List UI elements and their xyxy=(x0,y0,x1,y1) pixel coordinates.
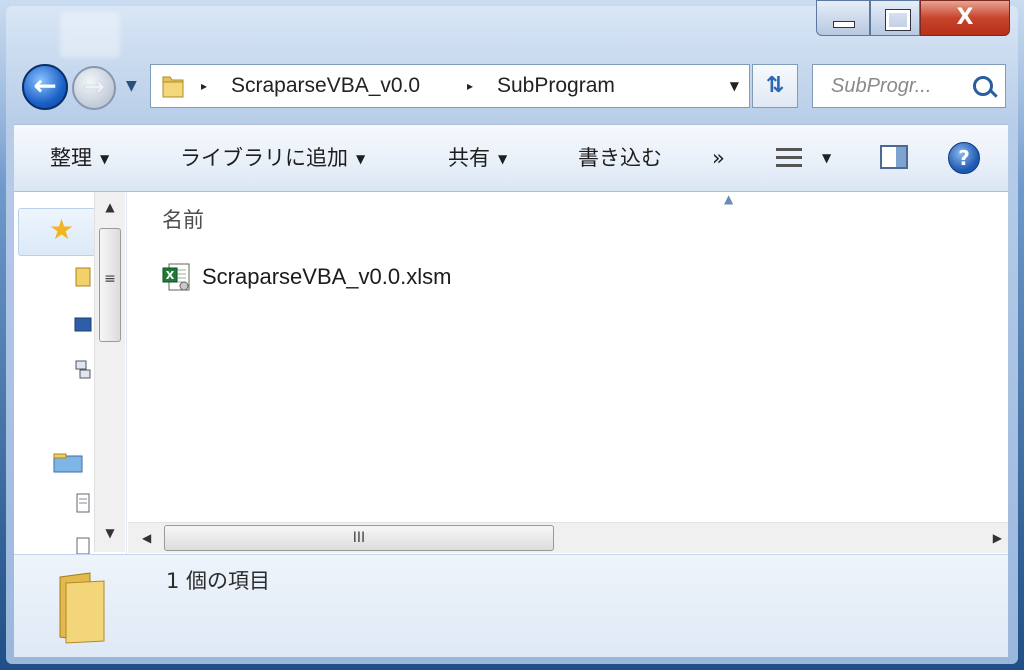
navigation-pane: ★ ▲ ≡ ▼ xyxy=(14,192,127,554)
refresh-icon: ⇅ xyxy=(765,73,785,98)
organize-menu[interactable]: 整理 ▼ xyxy=(50,125,109,191)
details-pane: 1 個の項目 xyxy=(14,554,1008,657)
nav-pane-scroll-thumb[interactable]: ≡ xyxy=(99,228,121,342)
libraries-icon[interactable] xyxy=(52,452,84,474)
search-box[interactable]: SubProgr... xyxy=(812,64,1006,108)
folder-icon[interactable] xyxy=(74,266,92,288)
scroll-down-icon[interactable]: ▼ xyxy=(95,526,125,540)
grip-icon: ≡ xyxy=(104,271,116,287)
window-icon-ghost xyxy=(60,12,120,58)
organize-label: 整理 xyxy=(50,146,92,170)
chevron-down-icon: ▼ xyxy=(498,152,508,166)
document-icon[interactable] xyxy=(74,492,92,514)
preview-pane-icon[interactable] xyxy=(880,145,908,169)
burn-button[interactable]: 書き込む xyxy=(578,125,662,191)
chevron-down-icon: ▼ xyxy=(126,78,137,94)
close-button[interactable]: X xyxy=(920,0,1010,36)
chevron-down-icon: ▼ xyxy=(356,152,366,166)
forward-button[interactable]: → xyxy=(72,66,116,110)
recent-pages-dropdown[interactable]: ▼ xyxy=(126,78,137,94)
scroll-left-icon[interactable]: ◀ xyxy=(142,523,151,553)
horizontal-scroll-thumb[interactable]: III xyxy=(164,525,554,551)
search-placeholder: SubProgr... xyxy=(831,75,932,97)
folder-icon xyxy=(59,572,105,644)
add-to-library-menu[interactable]: ライブラリに追加 ▼ xyxy=(180,125,365,191)
explorer-window: X ← → ▼ ▸ ScraparseVBA_v0.0 ▸ SubProgram… xyxy=(0,0,1024,670)
view-options-dropdown[interactable]: ▼ xyxy=(822,125,831,191)
file-list-horizontal-scrollbar[interactable]: ◀ III ▶ xyxy=(128,522,1008,553)
more-label: » xyxy=(712,146,725,170)
help-button[interactable]: ? xyxy=(948,142,980,174)
breadcrumb-scraparsevba[interactable]: ScraparseVBA_v0.0 xyxy=(231,65,420,107)
document-icon[interactable] xyxy=(74,536,92,554)
chevron-down-icon: ▼ xyxy=(100,152,110,166)
file-name[interactable]: ScraparseVBA_v0.0.xlsm xyxy=(202,258,451,296)
forward-arrow-icon: → xyxy=(83,72,105,102)
item-count: 1 個の項目 xyxy=(166,569,271,593)
scroll-up-icon[interactable]: ▲ xyxy=(95,200,125,214)
file-row[interactable]: X ScraparseVBA_v0.0.xlsm xyxy=(162,258,522,296)
command-bar: 整理 ▼ ライブラリに追加 ▼ 共有 ▼ 書き込む » ▼ ? xyxy=(14,124,1008,192)
scroll-right-icon[interactable]: ▶ xyxy=(993,523,1002,553)
breadcrumb-separator[interactable]: ▸ xyxy=(467,65,473,107)
sort-ascending-icon: ▲ xyxy=(724,192,734,206)
back-arrow-icon: ← xyxy=(33,69,57,102)
share-menu[interactable]: 共有 ▼ xyxy=(448,125,507,191)
nav-pane-scrollbar[interactable]: ▲ ≡ ▼ xyxy=(94,192,125,552)
column-header-name[interactable]: 名前 xyxy=(162,204,204,234)
search-icon[interactable] xyxy=(973,76,993,96)
breadcrumb-separator[interactable]: ▸ xyxy=(201,65,207,107)
excel-macro-file-icon: X xyxy=(162,263,190,291)
favorites-item[interactable]: ★ xyxy=(18,208,96,256)
caption-buttons: X xyxy=(816,0,1010,36)
help-icon: ? xyxy=(958,146,970,170)
add-to-library-label: ライブラリに追加 xyxy=(180,146,348,170)
refresh-button[interactable]: ⇅ xyxy=(752,64,798,108)
maximize-button[interactable] xyxy=(870,0,920,36)
star-icon: ★ xyxy=(49,213,75,246)
maximize-icon xyxy=(885,9,911,31)
minimize-button[interactable] xyxy=(816,0,870,36)
address-dropdown-icon[interactable]: ▼ xyxy=(730,65,739,107)
network-icon[interactable] xyxy=(74,358,92,380)
svg-text:X: X xyxy=(166,269,175,282)
address-bar[interactable]: ▸ ScraparseVBA_v0.0 ▸ SubProgram ▼ xyxy=(150,64,750,108)
breadcrumb-subprogram[interactable]: SubProgram xyxy=(497,65,615,107)
minimize-icon xyxy=(833,21,855,28)
share-label: 共有 xyxy=(448,146,490,170)
file-list-pane: 名前 ▲ X ScraparseVBA_v0.0.xlsm ◀ III ▶ xyxy=(128,192,1008,554)
content-area: ★ ▲ ≡ ▼ 名前 ▲ X ScraparseVBA_v0.0.xlsm ◀ … xyxy=(14,192,1008,554)
details-view-icon[interactable] xyxy=(776,148,802,168)
more-commands-button[interactable]: » xyxy=(712,125,725,191)
back-button[interactable]: ← xyxy=(22,64,68,110)
desktop-icon[interactable] xyxy=(74,314,92,336)
burn-label: 書き込む xyxy=(578,146,662,170)
folder-icon xyxy=(162,76,184,98)
grip-icon: III xyxy=(352,530,366,546)
close-icon: X xyxy=(956,5,974,30)
